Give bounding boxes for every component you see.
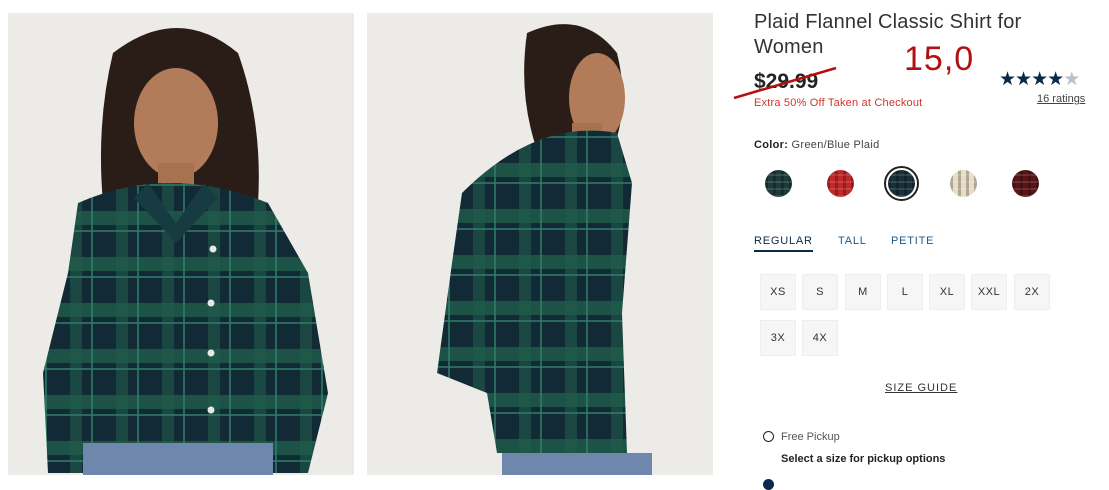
star-icon: ★ [999, 69, 1016, 90]
swatch-red-plaid[interactable] [827, 170, 854, 197]
size-button-3x[interactable]: 3X [760, 320, 796, 356]
swatch-green-blue-plaid[interactable] [888, 170, 915, 197]
pickup-label: Free Pickup [781, 431, 840, 443]
product-image-front[interactable] [8, 13, 354, 475]
handwritten-sale-price: 15,0 [904, 40, 975, 78]
size-guide-link[interactable]: SIZE GUIDE [885, 382, 957, 394]
tab-tall[interactable]: TALL [838, 235, 867, 247]
rating-stars: ★★★★★ [999, 68, 1080, 91]
star-icon: ★ [1031, 69, 1048, 90]
size-button-s[interactable]: S [802, 274, 838, 310]
star-icon: ★ [1047, 69, 1064, 90]
size-button-xs[interactable]: XS [760, 274, 796, 310]
promo-text: Extra 50% Off Taken at Checkout [754, 97, 923, 109]
product-image-back[interactable] [367, 13, 713, 475]
size-button-m[interactable]: M [845, 274, 881, 310]
swatch-green-navy-plaid[interactable] [765, 170, 792, 197]
original-price: $29.99 [754, 70, 819, 93]
shipping-radio[interactable] [763, 479, 774, 490]
size-button-2x[interactable]: 2X [1014, 274, 1050, 310]
ratings-link[interactable]: 16 ratings [1037, 93, 1085, 105]
size-button-xxl[interactable]: XXL [971, 274, 1007, 310]
half-star-icon: ★ [1063, 69, 1080, 90]
tab-regular[interactable]: REGULAR [754, 235, 813, 252]
swatch-cream-plaid[interactable] [950, 170, 977, 197]
color-label: Color: Green/Blue Plaid [754, 139, 880, 151]
pickup-note: Select a size for pickup options [781, 453, 946, 465]
color-value: Green/Blue Plaid [791, 139, 880, 151]
star-icon: ★ [1015, 69, 1032, 90]
tab-petite[interactable]: PETITE [891, 235, 934, 247]
pickup-radio[interactable] [763, 431, 774, 442]
size-button-4x[interactable]: 4X [802, 320, 838, 356]
size-button-l[interactable]: L [887, 274, 923, 310]
swatch-dark-red-plaid[interactable] [1012, 170, 1039, 197]
size-button-xl[interactable]: XL [929, 274, 965, 310]
